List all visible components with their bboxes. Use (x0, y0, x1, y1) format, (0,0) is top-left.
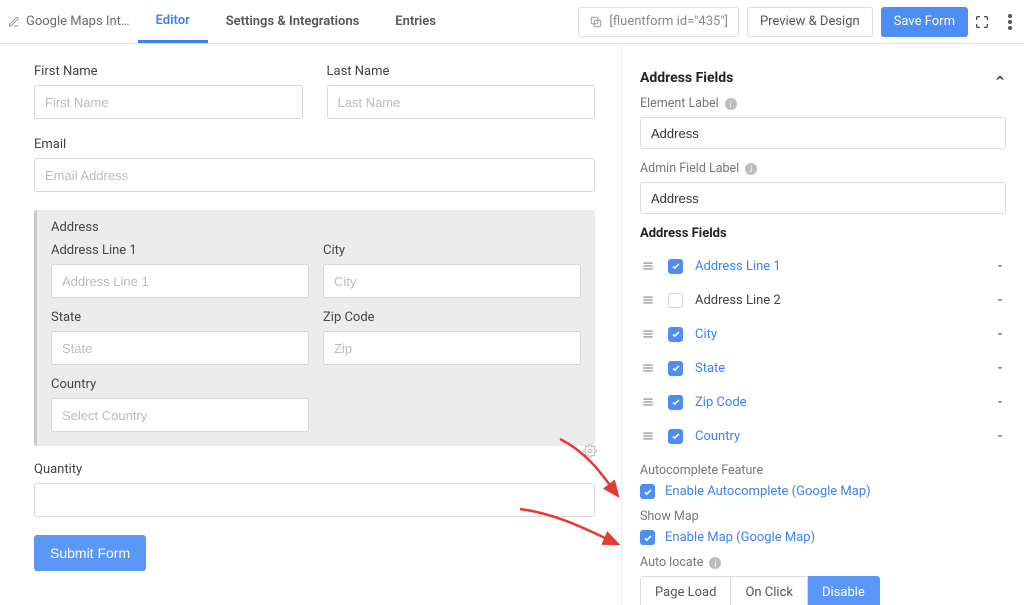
field-toggle-checkbox[interactable] (668, 361, 683, 376)
email-field[interactable] (34, 158, 595, 192)
enable-autocomplete-option[interactable]: Enable Autocomplete (Google Map) (640, 484, 1006, 499)
chevron-down-icon[interactable] (994, 362, 1006, 374)
country-label: Country (51, 377, 309, 392)
address-field-row[interactable]: State (640, 351, 1006, 385)
drag-handle-icon[interactable] (640, 327, 656, 341)
autocomplete-label: Enable Autocomplete (Google Map) (665, 484, 871, 499)
field-name-label: Country (695, 429, 982, 444)
address-field-row[interactable]: City (640, 317, 1006, 351)
field-name-label: Zip Code (695, 395, 982, 410)
autolocate-page-load[interactable]: Page Load (640, 576, 731, 605)
panel-section-title: Address Fields (640, 70, 733, 86)
drag-handle-icon[interactable] (640, 293, 656, 307)
field-name-label: City (695, 327, 982, 342)
field-toggle-checkbox[interactable] (668, 259, 683, 274)
enable-map-option[interactable]: Enable Map (Google Map) (640, 530, 1006, 545)
chevron-down-icon[interactable] (994, 328, 1006, 340)
copy-icon (589, 15, 603, 29)
field-toggle-checkbox[interactable] (668, 429, 683, 444)
state-label: State (51, 310, 309, 325)
element-label-caption: Element Label (640, 96, 719, 111)
email-label: Email (34, 137, 595, 152)
autolocate-segmented: Page Load On Click Disable (640, 576, 1006, 605)
topbar: Google Maps Int… Editor Settings & Integ… (0, 0, 1024, 44)
last-name-label: Last Name (327, 64, 596, 79)
info-icon[interactable]: i (725, 98, 737, 110)
zip-field[interactable] (323, 331, 581, 365)
page-title: Google Maps Int… (0, 14, 130, 29)
chevron-down-icon[interactable] (994, 260, 1006, 272)
address-field-row[interactable]: Address Line 2 (640, 283, 1006, 317)
kebab-icon[interactable] (996, 8, 1024, 36)
field-toggle-checkbox[interactable] (668, 293, 683, 308)
save-button[interactable]: Save Form (881, 7, 968, 37)
chevron-down-icon[interactable] (994, 430, 1006, 442)
admin-label-input[interactable] (640, 182, 1006, 214)
address-field-row[interactable]: Zip Code (640, 385, 1006, 419)
chevron-up-icon (994, 72, 1006, 84)
showmap-label: Enable Map (Google Map) (665, 530, 815, 545)
state-field[interactable] (51, 331, 309, 365)
settings-panel: Address Fields Element Label i Admin Fie… (622, 44, 1024, 605)
addr1-field[interactable] (51, 264, 309, 298)
form-canvas: First Name Last Name Email Address Addre… (0, 44, 622, 605)
showmap-caption: Show Map (640, 509, 699, 524)
address-field-row[interactable]: Country (640, 419, 1006, 453)
country-field[interactable] (51, 398, 309, 432)
preview-button[interactable]: Preview & Design (747, 7, 873, 37)
quantity-field[interactable] (34, 483, 595, 517)
field-name-label: Address Line 1 (695, 259, 982, 274)
layout: First Name Last Name Email Address Addre… (0, 44, 1024, 605)
autolocate-on-click[interactable]: On Click (731, 576, 808, 605)
info-icon[interactable]: i (745, 163, 757, 175)
drag-handle-icon[interactable] (640, 259, 656, 273)
address-fields-list: Address Line 1 Address Line 2 City State Zip… (640, 249, 1006, 453)
chevron-down-icon[interactable] (994, 294, 1006, 306)
quantity-label: Quantity (34, 462, 595, 477)
shortcode-box[interactable]: [fluentform id="435"] (578, 7, 739, 37)
main-tabs: Editor Settings & Integrations Entries (138, 0, 454, 43)
element-label-input[interactable] (640, 117, 1006, 149)
first-name-field[interactable] (34, 85, 303, 119)
field-toggle-checkbox[interactable] (668, 327, 683, 342)
drag-handle-icon[interactable] (640, 395, 656, 409)
field-name-label: Address Line 2 (695, 293, 982, 308)
admin-label-caption: Admin Field Label (640, 161, 739, 176)
first-name-label: First Name (34, 64, 303, 79)
info-icon[interactable]: i (709, 557, 721, 569)
drag-handle-icon[interactable] (640, 429, 656, 443)
addr1-label: Address Line 1 (51, 243, 309, 258)
tab-settings[interactable]: Settings & Integrations (208, 0, 378, 43)
address-group[interactable]: Address Address Line 1 City State Zip Co… (34, 210, 595, 446)
last-name-field[interactable] (327, 85, 596, 119)
autolocate-caption: Auto locate (640, 555, 703, 570)
city-field[interactable] (323, 264, 581, 298)
field-toggle-checkbox[interactable] (668, 395, 683, 410)
address-fields-caption: Address Fields (640, 226, 1006, 241)
address-field-row[interactable]: Address Line 1 (640, 249, 1006, 283)
gear-icon[interactable] (583, 444, 597, 458)
shortcode-text: [fluentform id="435"] (609, 14, 728, 29)
submit-button[interactable]: Submit Form (34, 535, 146, 571)
pencil-icon (8, 16, 20, 28)
field-name-label: State (695, 361, 982, 376)
zip-label: Zip Code (323, 310, 581, 325)
page-title-text: Google Maps Int… (26, 14, 130, 29)
address-group-title: Address (51, 220, 581, 235)
drag-handle-icon[interactable] (640, 361, 656, 375)
fullscreen-icon[interactable] (968, 8, 996, 36)
chevron-down-icon[interactable] (994, 396, 1006, 408)
autolocate-disable[interactable]: Disable (808, 576, 880, 605)
checkbox-checked-icon (640, 530, 655, 545)
tab-editor[interactable]: Editor (138, 0, 208, 43)
tab-entries[interactable]: Entries (377, 0, 454, 43)
panel-section-header[interactable]: Address Fields (640, 56, 1006, 96)
city-label: City (323, 243, 581, 258)
checkbox-checked-icon (640, 484, 655, 499)
autocomplete-caption: Autocomplete Feature (640, 463, 763, 478)
